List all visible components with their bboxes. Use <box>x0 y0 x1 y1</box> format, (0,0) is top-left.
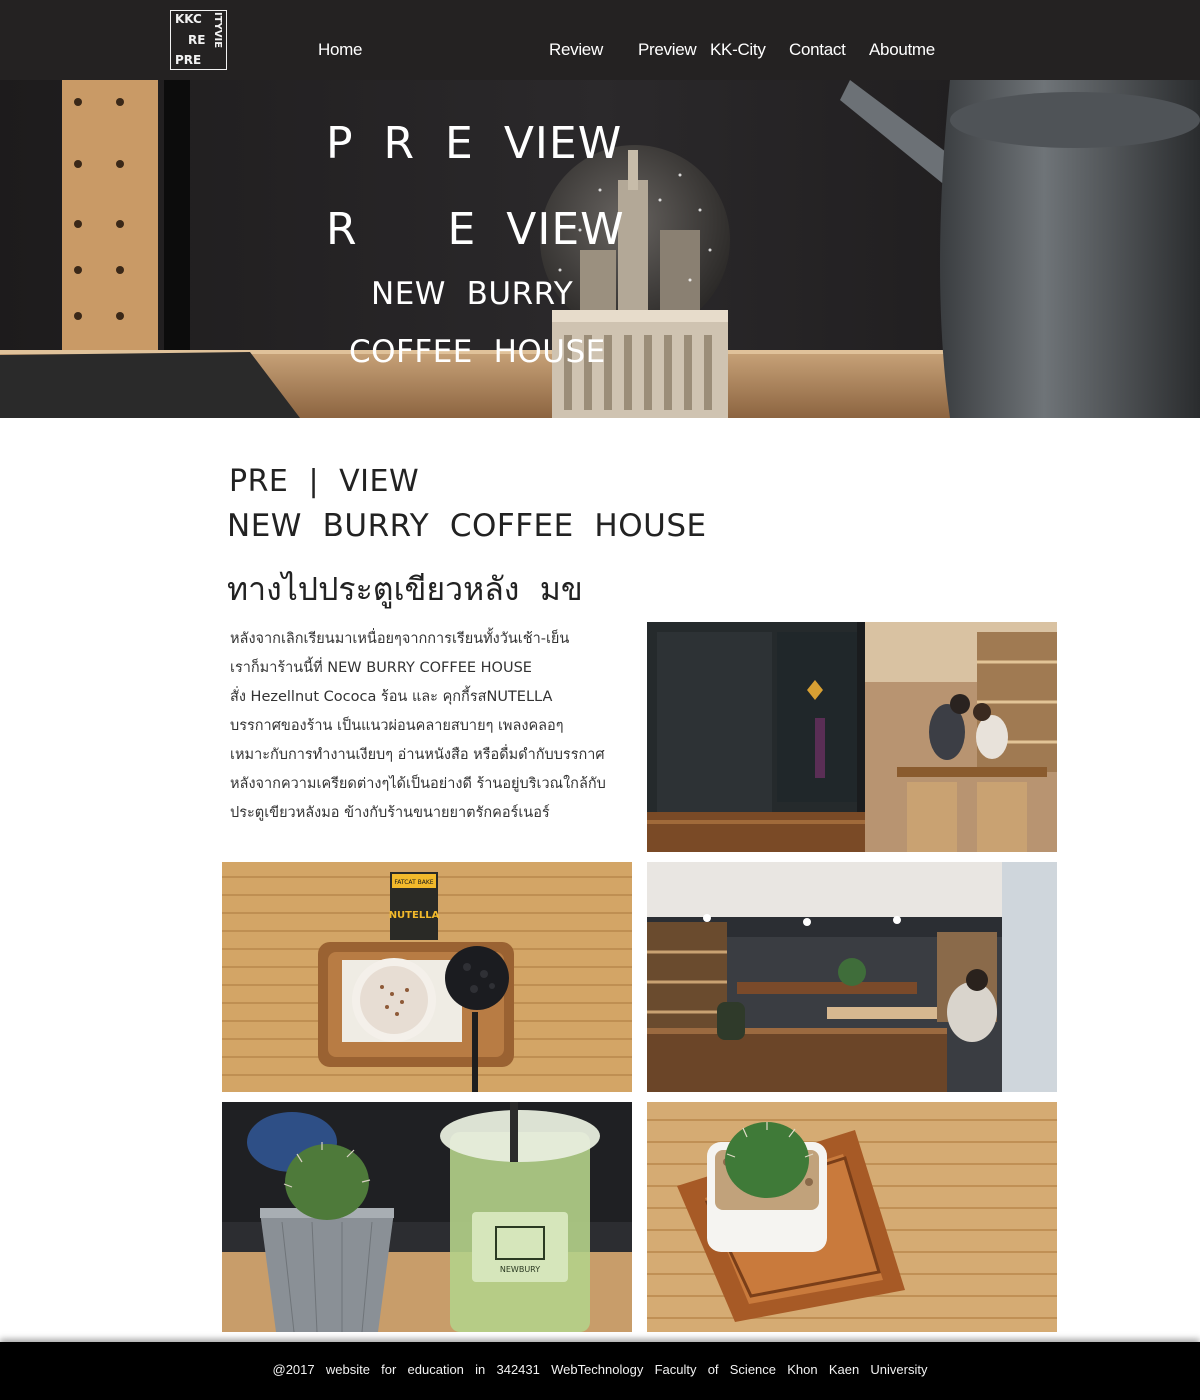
logo-text-vertical: ITYVIE <box>212 12 223 49</box>
review-line: เราก็มาร้านนี้ที่ NEW BURRY COFFEE HOUSE <box>230 660 532 676</box>
hero-subheading-new-burry: NEW BURRY <box>371 276 574 312</box>
logo-text-kkc: KKC <box>175 12 202 26</box>
photo-cocoa-cookie: FATCAT BAKE NUTELLA <box>222 862 632 1092</box>
nav-review-link[interactable]: Review <box>549 40 603 60</box>
hero-subheading-coffee-house: COFFEE HOUSE <box>349 334 606 370</box>
nav-preview-link[interactable]: Preview <box>638 40 697 60</box>
nav-aboutme-link[interactable]: Aboutme <box>869 40 935 60</box>
review-line: เหมาะกับการทำงานเงียบๆ อ่านหนังสือ หรือด… <box>230 747 605 763</box>
review-paragraph: หลังจากเลิกเรียนมาเหนื่อยๆจากการเรียนทั้… <box>230 628 630 831</box>
cookie-brand-label: FATCAT BAKE <box>394 879 433 886</box>
logo-text-pre: PRE <box>175 53 202 67</box>
review-line: ประตูเขียวหลังมอ ข้างกับร้านขนายยาตรักคอ… <box>230 805 550 821</box>
cup-brand-label: NEWBURY <box>500 1265 540 1274</box>
hero-heading-preview: P R E VIEW <box>326 118 623 169</box>
hero-heading-review: R E VIEW <box>326 204 625 255</box>
logo-text-re: RE <box>188 33 206 47</box>
photo-cafe-interior <box>647 862 1057 1092</box>
photo-cactus-green-tea: NEWBURY <box>222 1102 632 1332</box>
site-logo[interactable]: KKC RE PRE ITYVIE <box>170 10 227 70</box>
review-line: สั่ง Hezellnut Cococa ร้อน และ คุกกี้รสN… <box>230 689 553 705</box>
footer-copyright: @2017 website for education in 342431 We… <box>272 1362 928 1377</box>
page-title-pre-view: PRE | VIEW <box>229 464 420 499</box>
hero-banner: P R E VIEW R E VIEW NEW BURRY COFFEE HOU… <box>0 80 1200 418</box>
photo-cactus-wood-box <box>647 1102 1057 1332</box>
review-line: บรรกาศของร้าน เป็นแนวผ่อนคลายสบายๆ เพลงค… <box>230 718 564 734</box>
nav-kk-city-link[interactable]: KK-City <box>710 40 766 60</box>
page-footer: @2017 website for education in 342431 We… <box>0 1342 1200 1400</box>
nav-home-link[interactable]: Home <box>318 40 362 60</box>
photo-storefront <box>647 622 1057 852</box>
review-line: หลังจากความเครียดต่างๆได้เป็นอย่างดี ร้า… <box>230 776 606 792</box>
review-line: หลังจากเลิกเรียนมาเหนื่อยๆจากการเรียนทั้… <box>230 631 570 647</box>
nav-contact-link[interactable]: Contact <box>789 40 846 60</box>
cookie-nutella-label: NUTELLA <box>389 910 440 921</box>
page-title-shop-name: NEW BURRY COFFEE HOUSE <box>227 508 707 544</box>
page-title-location: ทางไปประตูเขียวหลัง มข <box>227 570 583 608</box>
top-navbar: KKC RE PRE ITYVIE Home Review Preview KK… <box>0 0 1200 80</box>
